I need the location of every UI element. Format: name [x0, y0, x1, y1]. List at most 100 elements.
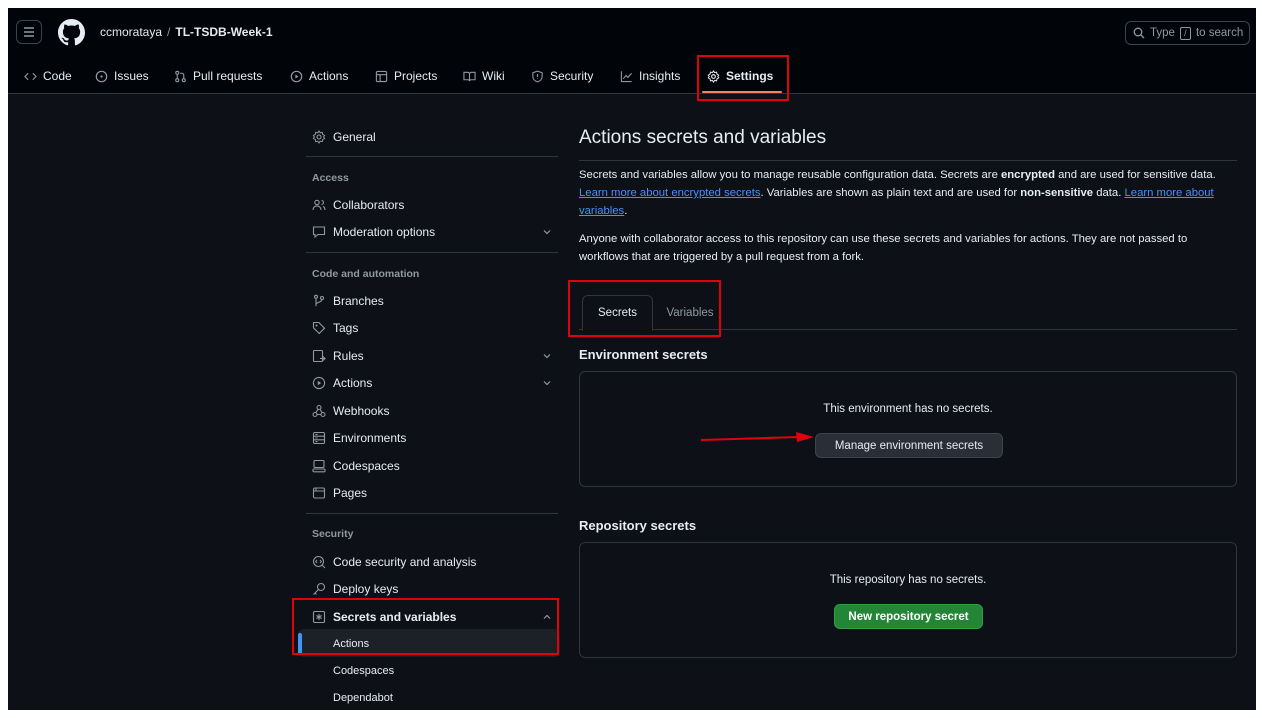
sidebar-item-webhooks[interactable]: Webhooks [298, 399, 566, 423]
sidebar-item-label: Webhooks [333, 404, 390, 418]
tab-label: Insights [639, 69, 681, 83]
sidebar-item-environments[interactable]: Environments [298, 426, 566, 450]
repo-link[interactable]: TL-TSDB-Week-1 [175, 25, 272, 39]
code-icon [24, 72, 37, 80]
codespaces-icon [312, 459, 326, 473]
chevron-down-icon [543, 230, 551, 235]
browser-icon [312, 487, 326, 499]
secrets-variables-tabs: Secrets Variables [579, 295, 1237, 331]
rules-icon [312, 349, 326, 363]
sidebar-item-label: General [333, 130, 376, 144]
tab-variables[interactable]: Variables [659, 295, 721, 330]
sidebar-subitem-actions[interactable]: Actions [298, 632, 566, 656]
sidebar-item-general[interactable]: General [298, 125, 566, 149]
sidebar-heading-security: Security [312, 528, 354, 540]
owner-link[interactable]: ccmorataya [100, 25, 162, 39]
sidebar-item-rules[interactable]: Rules [298, 344, 566, 368]
sidebar-item-label: Codespaces [333, 459, 400, 473]
tab-issues[interactable]: Issues [95, 66, 149, 86]
sidebar-item-code-security[interactable]: Code security and analysis [298, 550, 566, 574]
sidebar-item-branches[interactable]: Branches [298, 289, 566, 313]
tab-wiki[interactable]: Wiki [463, 66, 505, 86]
codescan-icon [312, 555, 326, 569]
issue-icon [95, 70, 108, 82]
repository-secrets-box: This repository has no secrets. New repo… [579, 542, 1237, 658]
chevron-down-icon [543, 381, 551, 386]
sidebar-item-label: Deploy keys [333, 582, 399, 596]
tab-actions[interactable]: Actions [290, 66, 348, 86]
search-placeholder: Type [1150, 27, 1175, 39]
sidebar-item-moderation-options[interactable]: Moderation options [298, 220, 566, 244]
menu-button[interactable] [16, 20, 42, 44]
branch-icon [313, 294, 325, 307]
title-divider [579, 160, 1237, 161]
annotation-arrow-icon [700, 432, 814, 442]
key-icon [313, 582, 326, 595]
tab-projects[interactable]: Projects [375, 66, 437, 86]
sidebar-item-deploy-keys[interactable]: Deploy keys [298, 577, 566, 601]
tab-insights[interactable]: Insights [620, 66, 680, 86]
sidebar-item-label: Code security and analysis [333, 555, 477, 569]
repository-empty-message: This repository has no secrets. [829, 574, 987, 586]
breadcrumb: ccmorataya / TL-TSDB-Week-1 [100, 25, 273, 39]
page-title: Actions secrets and variables [579, 127, 827, 148]
encrypted-secrets-link[interactable]: Learn more about encrypted secrets [579, 187, 760, 199]
sidebar-item-tags[interactable]: Tags [298, 316, 566, 340]
sidebar-item-label: Secrets and variables [333, 610, 457, 624]
shield-icon [532, 70, 543, 82]
search-icon [1133, 27, 1145, 39]
sidebar-item-codespaces[interactable]: Codespaces [298, 454, 566, 478]
intro-segment: . [624, 205, 628, 217]
sidebar-item-label: Moderation options [333, 225, 436, 239]
tab-label: Code [43, 69, 72, 83]
repo-nav: Code Issues Pull requests Actions Projec… [8, 58, 1256, 94]
intro-segment: and are used for sensitive data. [1055, 169, 1216, 181]
sidebar-heading-code: Code and automation [312, 268, 420, 280]
sidebar-subitem-dependabot[interactable]: Dependabot [298, 686, 566, 710]
webhook-icon [312, 404, 326, 418]
sidebar-item-label: Environments [333, 431, 407, 445]
tab-code[interactable]: Code [24, 66, 72, 86]
search-shortcut-key: / [1179, 26, 1191, 40]
sidebar-heading-access: Access [312, 172, 349, 184]
chevron-down-icon [543, 354, 551, 359]
environment-secrets-box: This environment has no secrets. Manage … [579, 371, 1237, 487]
people-icon [312, 199, 326, 211]
tab-secrets[interactable]: Secrets [582, 295, 653, 331]
tab-label: Projects [394, 69, 438, 83]
tab-pull-requests[interactable]: Pull requests [174, 66, 262, 86]
graph-icon [620, 70, 633, 82]
intro-bold: non-sensitive [1020, 187, 1094, 199]
sidebar-item-label: Branches [333, 294, 384, 308]
search-input[interactable]: Type / to search [1125, 21, 1250, 45]
sidebar-item-label: Pages [333, 486, 368, 500]
search-placeholder-suffix: to search [1195, 27, 1244, 39]
repository-secrets-heading: Repository secrets [579, 518, 697, 533]
tag-icon [312, 321, 326, 335]
tab-label: Settings [726, 69, 774, 83]
sidebar-item-collaborators[interactable]: Collaborators [298, 193, 566, 217]
manage-environment-secrets-button[interactable]: Manage environment secrets [815, 433, 1003, 458]
github-window: ccmorataya / TL-TSDB-Week-1 Type / to se… [8, 8, 1256, 710]
sidebar-subitem-codespaces[interactable]: Codespaces [298, 659, 566, 683]
global-header: ccmorataya / TL-TSDB-Week-1 Type / to se… [8, 8, 1256, 58]
collaborator-notice: Anyone with collaborator access to this … [579, 233, 1188, 263]
sidebar-item-actions[interactable]: Actions [298, 371, 566, 395]
play-icon [312, 376, 326, 390]
intro-text: Secrets and variables allow you to manag… [579, 166, 1237, 220]
sidebar-item-secrets-and-variables[interactable]: Secrets and variables [298, 605, 566, 629]
tab-security[interactable]: Security [531, 66, 593, 86]
tab-settings[interactable]: Settings [707, 66, 773, 86]
chevron-up-icon [543, 614, 551, 619]
new-repository-secret-button[interactable]: New repository secret [834, 604, 983, 629]
intro-segment: Secrets and variables allow you to manag… [579, 169, 1001, 181]
sidebar-item-label: Collaborators [333, 198, 405, 212]
github-logo-icon[interactable] [58, 19, 85, 46]
intro-bold: encrypted [1001, 169, 1055, 181]
server-icon [312, 431, 326, 445]
tab-label: Wiki [482, 69, 505, 83]
breadcrumb-separator: / [167, 25, 171, 39]
table-icon [375, 70, 388, 82]
sidebar-item-pages[interactable]: Pages [298, 481, 566, 505]
sidebar-item-label: Actions [333, 638, 370, 650]
